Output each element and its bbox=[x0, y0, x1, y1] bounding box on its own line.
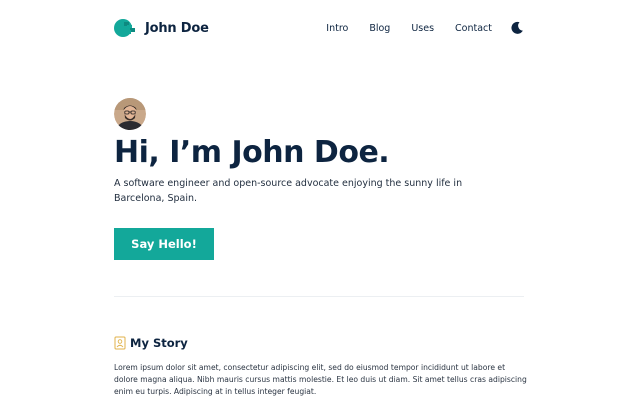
site-header: John Doe Intro Blog Uses Contact bbox=[114, 16, 524, 40]
hero-section: Hi, I’m John Doe. A software engineer an… bbox=[114, 98, 534, 260]
say-hello-button[interactable]: Say Hello! bbox=[114, 228, 214, 260]
page: John Doe Intro Blog Uses Contact Hi, I’m… bbox=[0, 0, 640, 400]
nav-link-blog[interactable]: Blog bbox=[369, 23, 390, 34]
main-nav: Intro Blog Uses Contact bbox=[326, 21, 524, 35]
story-title: My Story bbox=[130, 336, 188, 350]
contact-card-icon bbox=[114, 336, 126, 350]
story-section: My Story Lorem ipsum dolor sit amet, con… bbox=[114, 336, 528, 398]
brand-name: John Doe bbox=[145, 20, 209, 36]
story-heading: My Story bbox=[114, 336, 528, 350]
logo-mark-icon bbox=[114, 19, 135, 37]
avatar bbox=[114, 98, 146, 130]
moon-icon[interactable] bbox=[510, 21, 524, 35]
brand-link[interactable]: John Doe bbox=[114, 17, 209, 39]
nav-link-uses[interactable]: Uses bbox=[411, 23, 434, 34]
story-body: Lorem ipsum dolor sit amet, consectetur … bbox=[114, 363, 527, 396]
hero-title: Hi, I’m John Doe. bbox=[114, 135, 390, 170]
nav-link-intro[interactable]: Intro bbox=[326, 23, 348, 34]
hero-description: A software engineer and open-source advo… bbox=[114, 178, 463, 204]
nav-link-contact[interactable]: Contact bbox=[455, 23, 492, 34]
section-divider bbox=[114, 296, 524, 297]
